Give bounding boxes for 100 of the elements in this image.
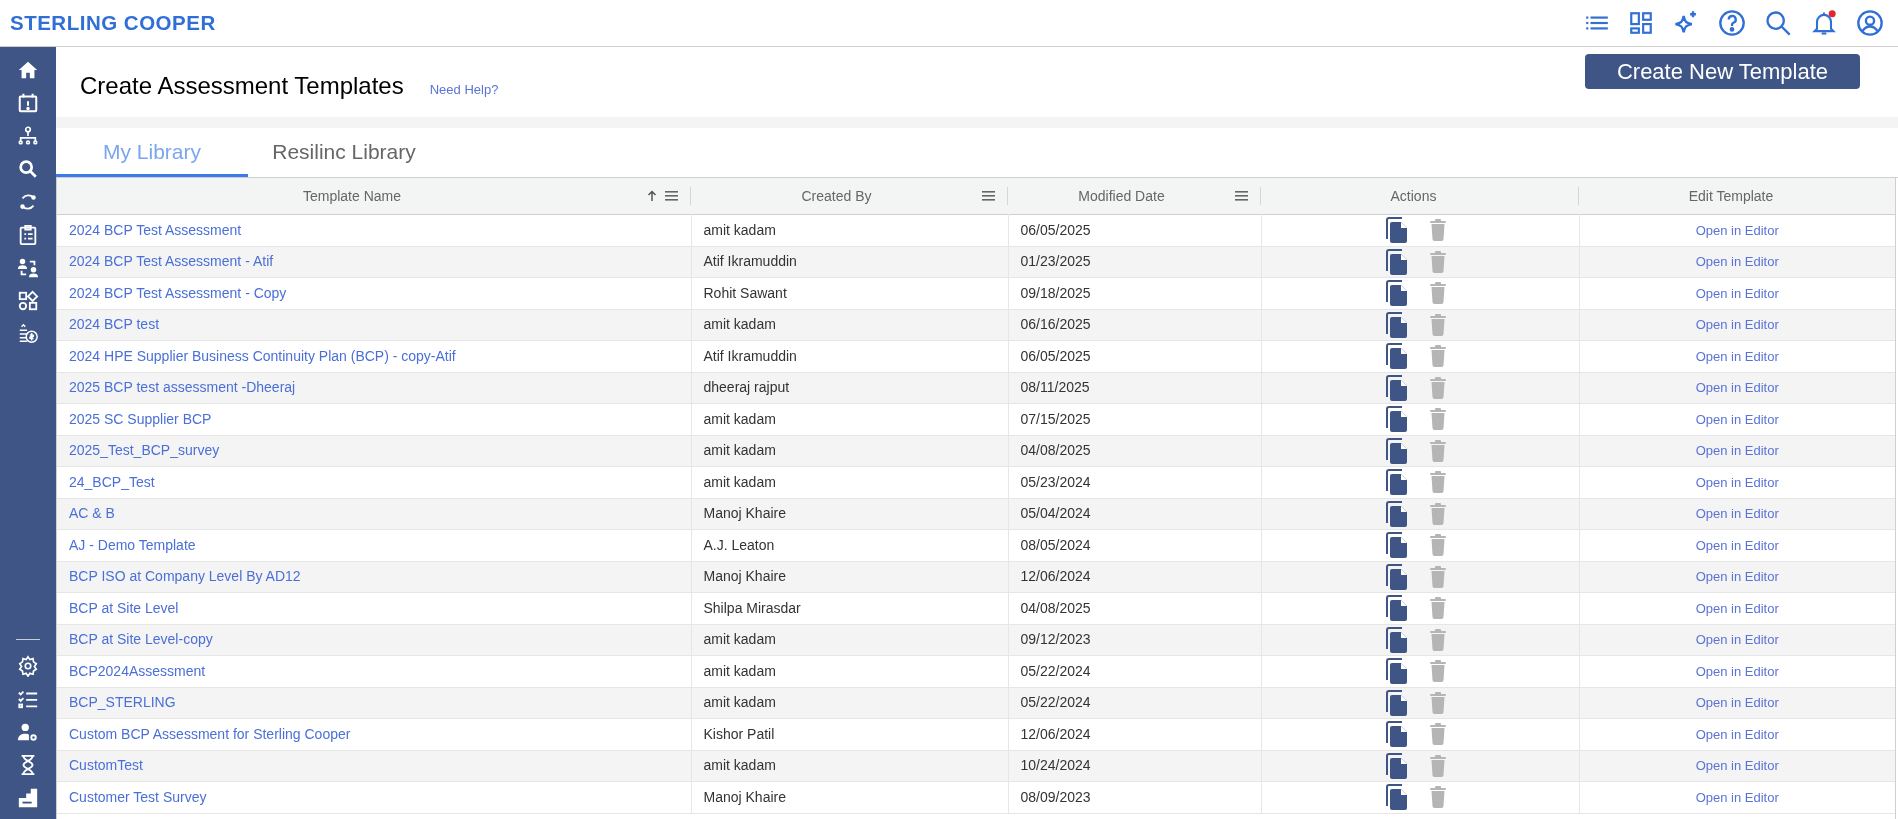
column-header[interactable]: Created By [801,185,872,207]
copy-icon[interactable] [1385,626,1408,653]
hierarchy-icon[interactable] [17,125,39,147]
template-name-link[interactable]: 2025 BCP test assessment -Dheeraj [69,379,296,396]
open-in-editor-link[interactable]: Open in Editor [1695,695,1779,711]
template-name-link[interactable]: 2024 BCP Test Assessment - Atif [69,253,274,270]
open-in-editor-link[interactable]: Open in Editor [1695,600,1779,616]
user-icon[interactable] [1856,9,1884,37]
copy-icon[interactable] [1385,280,1408,307]
copy-icon[interactable] [1385,437,1408,464]
copy-icon[interactable] [1385,343,1408,370]
checklist-icon[interactable] [17,688,39,710]
open-in-editor-link[interactable]: Open in Editor [1695,789,1779,805]
table-cell: amit kadam [703,757,776,774]
table-cell: A.J. Leaton [703,536,775,553]
template-name-link[interactable]: BCP ISO at Company Level By AD12 [69,568,301,585]
clipboard-icon[interactable] [17,224,39,246]
open-in-editor-link[interactable]: Open in Editor [1695,254,1779,270]
copy-icon[interactable] [1385,500,1408,527]
copy-icon[interactable] [1385,469,1408,496]
copy-icon[interactable] [1385,784,1408,811]
template-name-link[interactable]: BCP at Site Level [69,599,179,616]
template-name-link[interactable]: AJ - Demo Template [69,536,196,553]
copy-icon[interactable] [1385,752,1408,779]
copy-icon[interactable] [1385,563,1408,590]
calendar-icon[interactable] [17,92,39,114]
open-in-editor-link[interactable]: Open in Editor [1695,317,1779,333]
template-name-link[interactable]: 2024 BCP test [69,316,160,333]
settings-icon[interactable] [17,655,39,677]
column-header[interactable]: Modified Date [1078,185,1165,207]
stairs-icon[interactable] [16,787,40,809]
magnifier-icon[interactable] [17,158,39,180]
help-icon[interactable] [1718,9,1746,37]
table-cell: 06/16/2025 [1020,316,1091,333]
shapes-icon[interactable] [17,290,39,312]
copy-icon[interactable] [1385,406,1408,433]
table-cell: amit kadam [703,410,776,427]
table-cell: 12/06/2024 [1020,568,1091,585]
open-in-editor-link[interactable]: Open in Editor [1695,506,1779,522]
home-icon[interactable] [17,59,39,81]
search-icon[interactable] [1764,9,1792,37]
open-in-editor-link[interactable]: Open in Editor [1695,443,1779,459]
column-menu-icon[interactable] [982,191,995,201]
open-in-editor-link[interactable]: Open in Editor [1695,569,1779,585]
copy-icon[interactable] [1385,311,1408,338]
table-cell: amit kadam [703,631,776,648]
template-name-link[interactable]: 2024 HPE Supplier Business Continuity Plan (BCP) - copy-Atif [69,347,456,364]
template-name-link[interactable]: Customer Test Survey [69,788,207,805]
column-header[interactable]: Edit Template [1688,185,1774,207]
column-menu-icon[interactable] [1235,191,1248,201]
copy-icon[interactable] [1385,217,1408,244]
coins-icon[interactable] [17,323,39,345]
copy-icon[interactable] [1385,248,1408,275]
table-cell: 09/12/2023 [1020,631,1091,648]
template-name-link[interactable]: 2025_Test_BCP_survey [69,442,220,459]
template-name-link[interactable]: 2025 SC Supplier BCP [69,410,212,427]
open-in-editor-link[interactable]: Open in Editor [1695,285,1779,301]
template-name-link[interactable]: CustomTest [69,757,143,774]
template-name-link[interactable]: 24_BCP_Test [69,473,155,490]
template-name-link[interactable]: BCP_STERLING [69,694,176,711]
copy-icon[interactable] [1385,721,1408,748]
template-name-link[interactable]: AC & B [69,505,115,522]
open-in-editor-link[interactable]: Open in Editor [1695,632,1779,648]
refresh-icon[interactable] [17,191,39,213]
column-header[interactable]: Actions [1390,185,1437,207]
notification-icon[interactable] [1810,9,1838,37]
table-cell: amit kadam [703,221,776,238]
column-menu-icon[interactable] [665,191,678,201]
open-in-editor-link[interactable]: Open in Editor [1695,348,1779,364]
library-tab[interactable]: Resilinc Library [248,129,440,177]
open-in-editor-link[interactable]: Open in Editor [1695,726,1779,742]
table-cell: 04/08/2025 [1020,599,1091,616]
table-cell: 08/05/2024 [1020,536,1091,553]
column-header[interactable]: Template Name [302,185,401,207]
open-in-editor-link[interactable]: Open in Editor [1695,380,1779,396]
dashboard-icon[interactable] [1628,10,1654,36]
copy-icon[interactable] [1385,374,1408,401]
copy-icon[interactable] [1385,532,1408,559]
open-in-editor-link[interactable]: Open in Editor [1695,663,1779,679]
template-name-link[interactable]: 2024 BCP Test Assessment - Copy [69,284,287,301]
sort-ascending-icon[interactable] [647,190,657,202]
copy-icon[interactable] [1385,689,1408,716]
table-cell: 05/22/2024 [1020,662,1091,679]
template-name-link[interactable]: BCP at Site Level-copy [69,631,213,648]
open-in-editor-link[interactable]: Open in Editor [1695,758,1779,774]
page-title: Create Assessment Templates [80,71,404,101]
create-template-button[interactable]: Create New Template [1585,54,1860,89]
user-settings-icon[interactable] [17,721,39,743]
table-cell: Shilpa Mirasdar [703,599,801,616]
open-in-editor-link[interactable]: Open in Editor [1695,474,1779,490]
open-in-editor-link[interactable]: Open in Editor [1695,222,1779,238]
open-in-editor-link[interactable]: Open in Editor [1695,537,1779,553]
copy-icon[interactable] [1385,595,1408,622]
open-in-editor-link[interactable]: Open in Editor [1695,411,1779,427]
template-name-link[interactable]: 2024 BCP Test Assessment [69,221,242,238]
help-link[interactable]: Need Help? [429,80,499,100]
template-name-link[interactable]: Custom BCP Assessment for Sterling Cooper [69,725,351,742]
template-name-link[interactable]: BCP2024Assessment [69,662,206,679]
people-exchange-icon[interactable] [17,257,39,279]
copy-icon[interactable] [1385,658,1408,685]
